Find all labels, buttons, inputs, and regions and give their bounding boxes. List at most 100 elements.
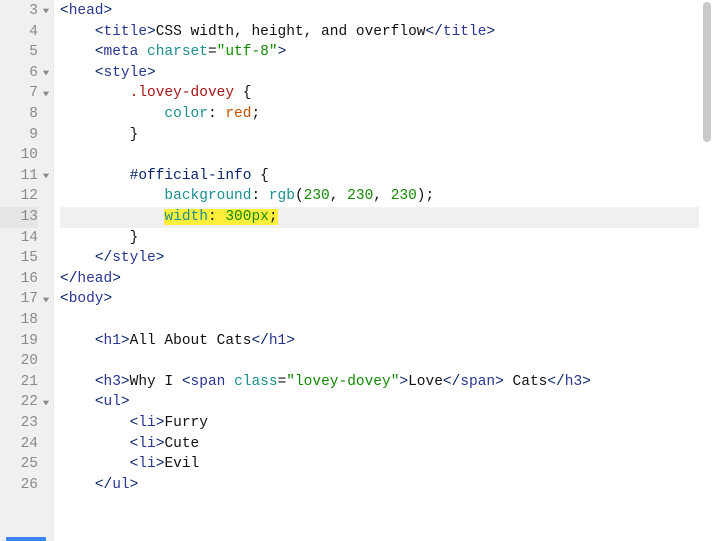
code-token: </ bbox=[60, 271, 77, 287]
code-line[interactable]: } bbox=[60, 125, 699, 146]
code-token: > bbox=[112, 271, 121, 287]
code-token: class bbox=[234, 374, 278, 390]
fold-toggle-icon[interactable] bbox=[40, 83, 52, 104]
code-token: > bbox=[121, 374, 130, 390]
code-line[interactable] bbox=[60, 351, 699, 372]
line-number: 21 bbox=[0, 372, 38, 393]
code-line[interactable] bbox=[60, 310, 699, 331]
code-token: ( bbox=[295, 188, 304, 204]
fold-toggle-icon[interactable] bbox=[40, 392, 52, 413]
code-token: } bbox=[130, 230, 139, 246]
code-token: li bbox=[138, 456, 155, 472]
code-token: > bbox=[156, 250, 165, 266]
code-token: li bbox=[138, 436, 155, 452]
code-editor[interactable]: 3456789101112131415161718192021222324252… bbox=[0, 0, 713, 541]
code-token: < bbox=[95, 44, 104, 60]
code-token: ul bbox=[112, 477, 129, 493]
code-line[interactable]: <ul> bbox=[60, 392, 699, 413]
line-number: 11 bbox=[0, 166, 38, 187]
code-line[interactable]: <head> bbox=[60, 1, 699, 22]
code-token: Cats bbox=[504, 374, 548, 390]
code-line[interactable]: <body> bbox=[60, 289, 699, 310]
code-token: All About Cats bbox=[130, 333, 252, 349]
line-number: 26 bbox=[0, 475, 38, 496]
code-token: > bbox=[486, 24, 495, 40]
line-number: 22 bbox=[0, 392, 38, 413]
code-token: : bbox=[251, 188, 268, 204]
fold-toggle-icon[interactable] bbox=[40, 63, 52, 84]
code-line[interactable]: .lovey-dovey { bbox=[60, 83, 699, 104]
code-token: < bbox=[60, 291, 69, 307]
code-line[interactable]: } bbox=[60, 228, 699, 249]
code-token: Cute bbox=[164, 436, 199, 452]
code-token: < bbox=[95, 394, 104, 410]
code-line[interactable]: <h1>All About Cats</h1> bbox=[60, 331, 699, 352]
code-token: ; bbox=[251, 106, 260, 122]
code-token: "utf-8" bbox=[217, 44, 278, 60]
fold-toggle-icon[interactable] bbox=[40, 166, 52, 187]
code-area[interactable]: <head> <title>CSS width, height, and ove… bbox=[60, 0, 699, 541]
code-line[interactable]: <li>Furry bbox=[60, 413, 699, 434]
code-line[interactable]: </style> bbox=[60, 248, 699, 269]
code-line[interactable]: <style> bbox=[60, 63, 699, 84]
code-token: , bbox=[373, 188, 390, 204]
code-token: h1 bbox=[104, 333, 121, 349]
code-line[interactable]: color: red; bbox=[60, 104, 699, 125]
code-token: = bbox=[208, 44, 217, 60]
code-token: color bbox=[164, 106, 208, 122]
code-token: span bbox=[460, 374, 495, 390]
code-line[interactable]: <title>CSS width, height, and overflow</… bbox=[60, 22, 699, 43]
code-token: > bbox=[147, 65, 156, 81]
code-token: ; bbox=[426, 188, 435, 204]
line-number: 24 bbox=[0, 434, 38, 455]
code-token: </ bbox=[547, 374, 564, 390]
line-number: 3 bbox=[0, 1, 38, 22]
code-token: ; bbox=[269, 209, 278, 225]
code-line[interactable]: </head> bbox=[60, 269, 699, 290]
code-token: h1 bbox=[269, 333, 286, 349]
code-token: 230 bbox=[304, 188, 330, 204]
code-line[interactable]: width: 300px; bbox=[60, 207, 699, 228]
code-token: head bbox=[77, 271, 112, 287]
code-token: </ bbox=[425, 24, 442, 40]
code-token: < bbox=[95, 374, 104, 390]
code-token: 230 bbox=[391, 188, 417, 204]
code-token: width bbox=[164, 209, 208, 225]
code-token: head bbox=[69, 3, 104, 19]
line-number: 15 bbox=[0, 248, 38, 269]
fold-toggle-icon[interactable] bbox=[40, 289, 52, 310]
code-line[interactable]: <li>Cute bbox=[60, 434, 699, 455]
code-token: style bbox=[112, 250, 156, 266]
code-token: h3 bbox=[104, 374, 121, 390]
code-line[interactable]: <h3>Why I <span class="lovey-dovey">Love… bbox=[60, 372, 699, 393]
code-token: > bbox=[121, 333, 130, 349]
line-number: 9 bbox=[0, 125, 38, 146]
code-token: CSS width, height, and overflow bbox=[156, 24, 426, 40]
code-token: > bbox=[104, 291, 113, 307]
code-token: Furry bbox=[164, 415, 208, 431]
code-token: Why I bbox=[130, 374, 182, 390]
vertical-scrollbar[interactable] bbox=[703, 2, 711, 142]
code-token: < bbox=[60, 3, 69, 19]
code-line[interactable]: </ul> bbox=[60, 475, 699, 496]
code-line[interactable] bbox=[60, 145, 699, 166]
line-number: 16 bbox=[0, 269, 38, 290]
code-token: { bbox=[251, 168, 268, 184]
code-token: < bbox=[95, 24, 104, 40]
code-line[interactable]: <li>Evil bbox=[60, 454, 699, 475]
line-number: 5 bbox=[0, 42, 38, 63]
line-number: 10 bbox=[0, 145, 38, 166]
code-line[interactable]: <meta charset="utf-8"> bbox=[60, 42, 699, 63]
code-token: : bbox=[208, 106, 225, 122]
code-token: > bbox=[121, 394, 130, 410]
code-token: </ bbox=[251, 333, 268, 349]
code-line[interactable]: background: rgb(230, 230, 230); bbox=[60, 186, 699, 207]
code-line[interactable]: #official-info { bbox=[60, 166, 699, 187]
code-token: = bbox=[278, 374, 287, 390]
code-token: > bbox=[104, 3, 113, 19]
fold-toggle-icon[interactable] bbox=[40, 1, 52, 22]
code-token: </ bbox=[443, 374, 460, 390]
code-token: > bbox=[399, 374, 408, 390]
code-token: charset bbox=[147, 44, 208, 60]
line-number: 12 bbox=[0, 186, 38, 207]
